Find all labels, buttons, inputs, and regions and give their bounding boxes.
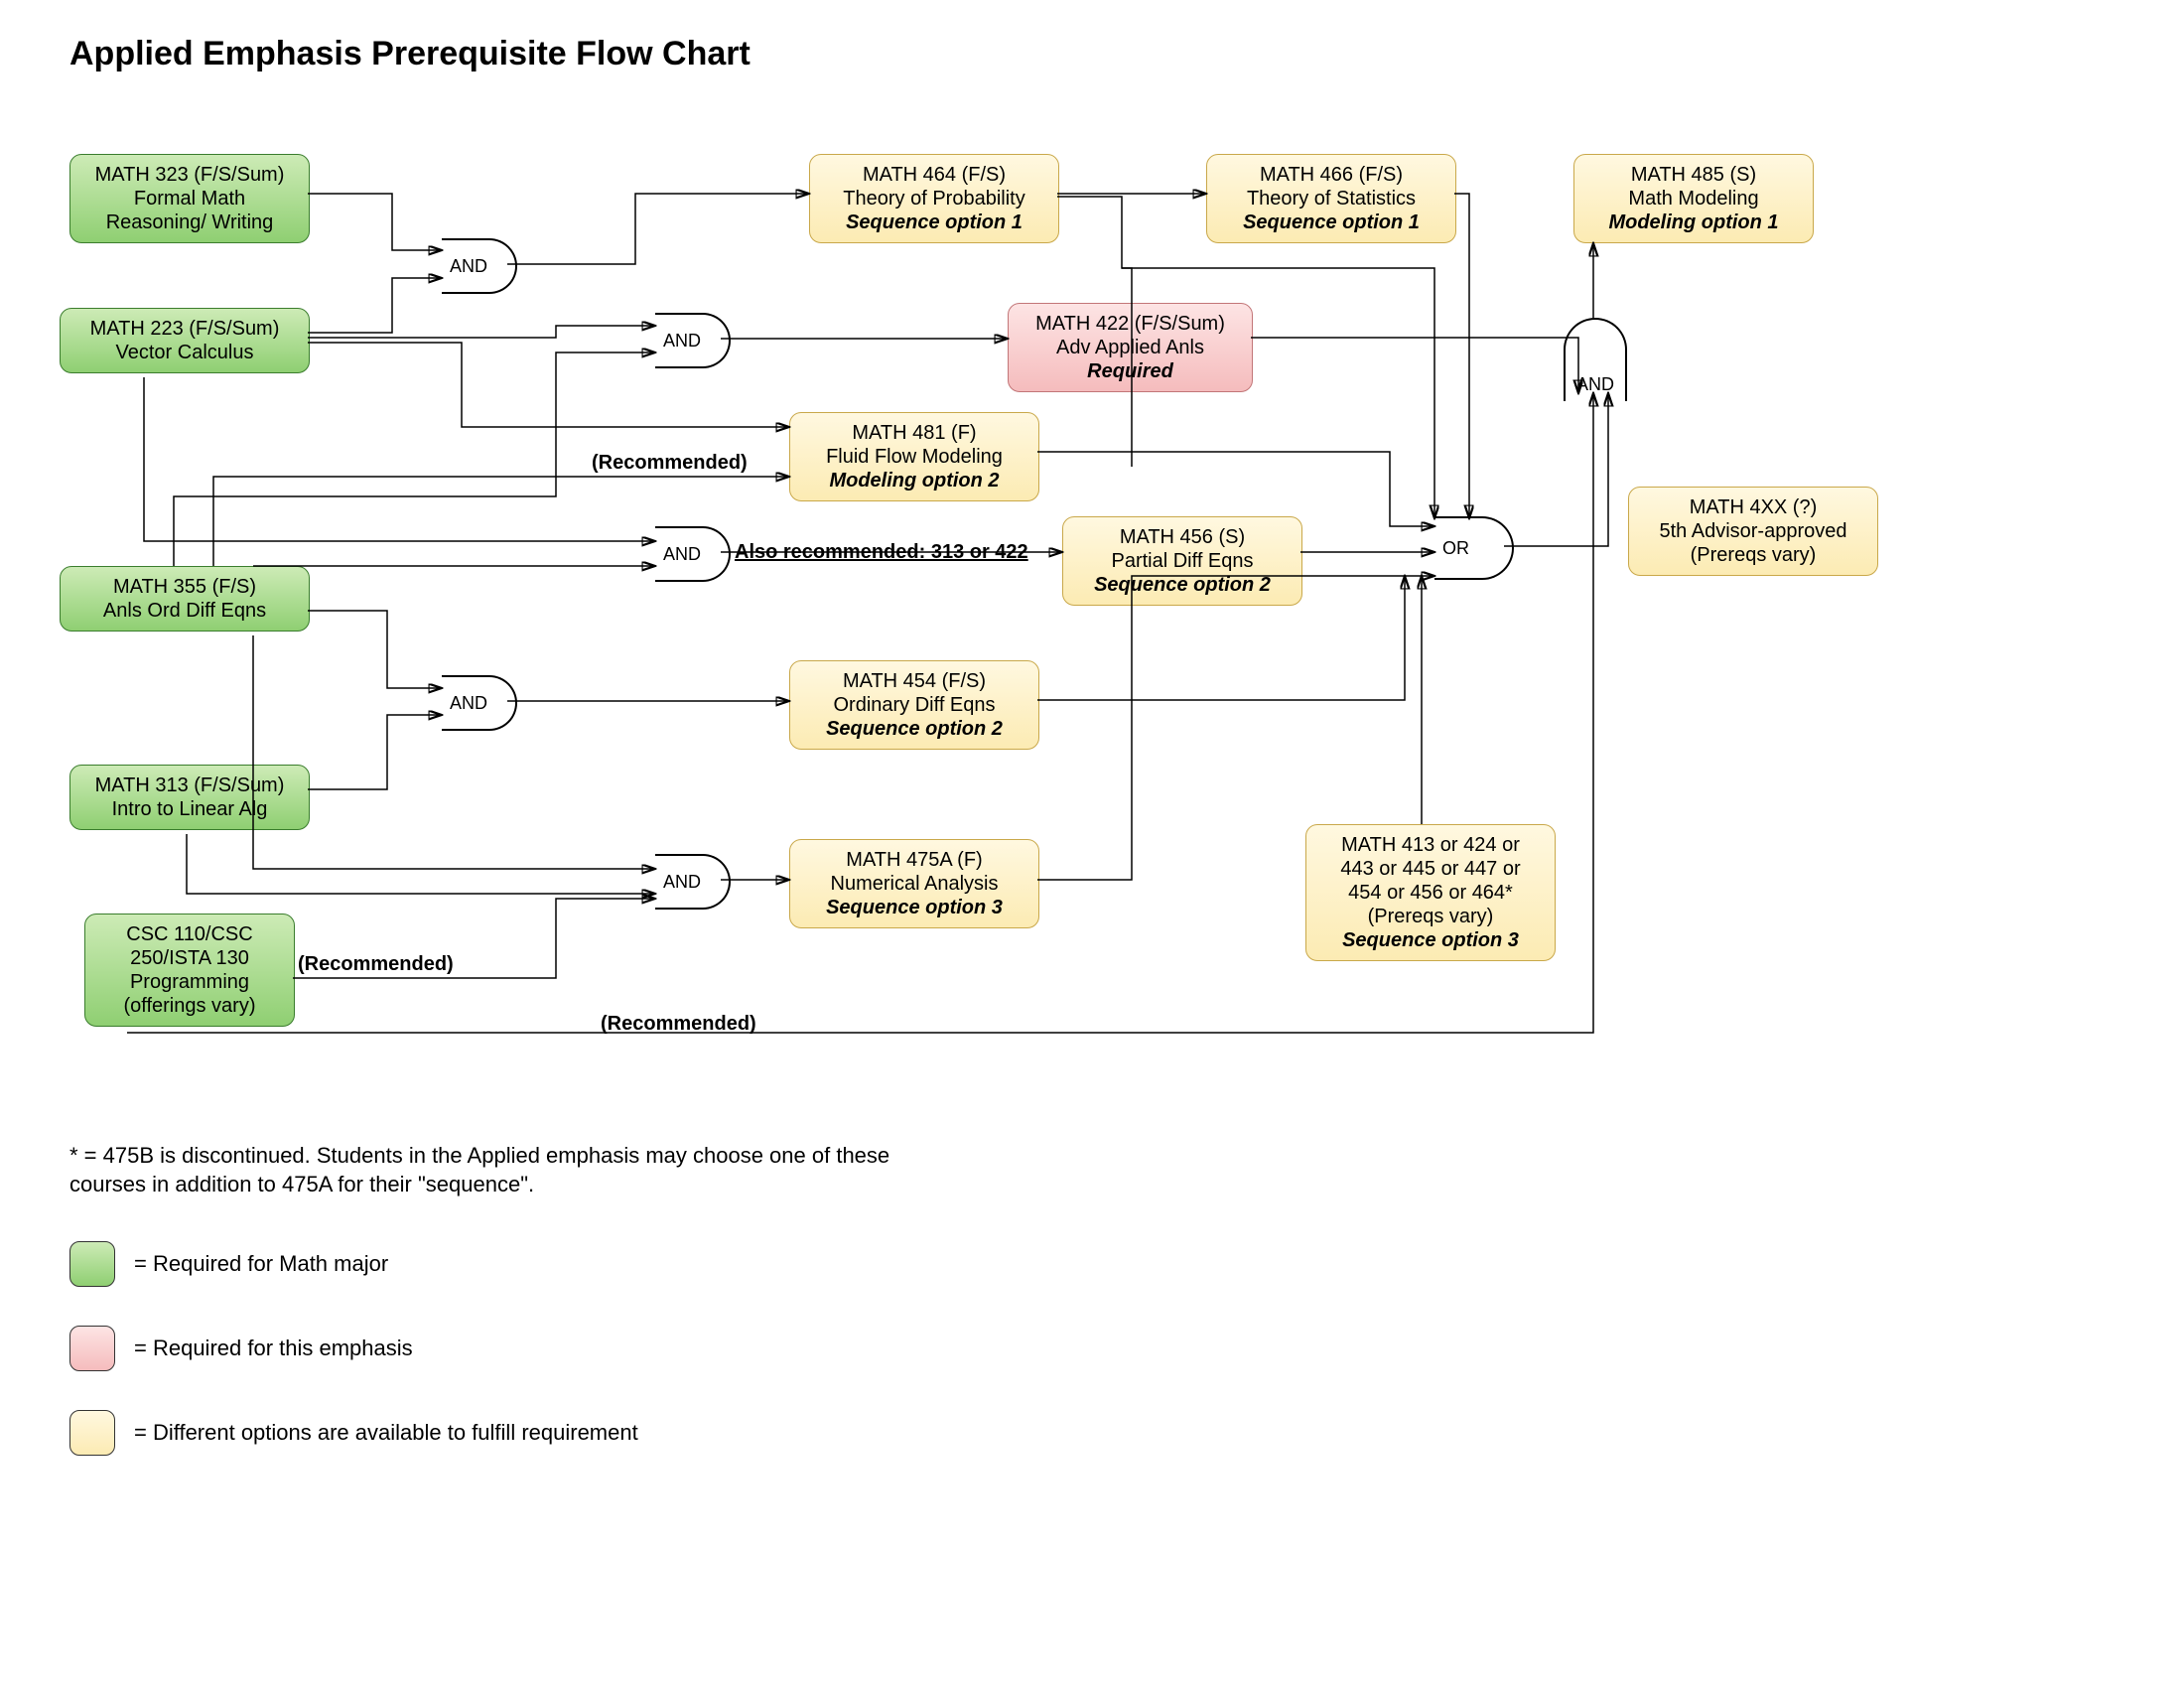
text-line: Sequence option 3 (800, 896, 1028, 919)
gate-label: AND (1576, 374, 1614, 395)
node-math-223: MATH 223 (F/S/Sum) Vector Calculus (60, 308, 310, 373)
text-line: MATH 223 (F/S/Sum) (70, 317, 299, 341)
node-math-485: MATH 485 (S) Math Modeling Modeling opti… (1573, 154, 1814, 243)
gate-and-464: AND (442, 238, 517, 294)
text-line: MATH 454 (F/S) (800, 669, 1028, 693)
text-line: Modeling option 1 (1584, 211, 1803, 234)
text-line: Theory of Statistics (1217, 187, 1445, 211)
legend-swatch-pink (69, 1326, 115, 1371)
text-line: 5th Advisor-approved (1639, 519, 1867, 543)
text-line: MATH 313 (F/S/Sum) (80, 774, 299, 797)
text-line: CSC 110/CSC (95, 922, 284, 946)
text-line: 454 or 456 or 464* (1316, 881, 1545, 905)
text-line: MATH 466 (F/S) (1217, 163, 1445, 187)
text-line: Sequence option 2 (1073, 573, 1292, 597)
footnote: * = 475B is discontinued. Students in th… (69, 1142, 943, 1198)
text-line: MATH 475A (F) (800, 848, 1028, 872)
gate-label: AND (663, 872, 701, 893)
gate-label: AND (663, 331, 701, 352)
legend-swatch-green (69, 1241, 115, 1287)
gate-and-456: AND (655, 526, 731, 582)
gate-label: OR (1442, 538, 1469, 559)
node-math-355: MATH 355 (F/S) Anls Ord Diff Eqns (60, 566, 310, 632)
text-line: Fluid Flow Modeling (800, 445, 1028, 469)
text-line: Adv Applied Anls (1019, 336, 1242, 359)
node-math-313: MATH 313 (F/S/Sum) Intro to Linear Alg (69, 765, 310, 830)
gate-label: AND (663, 544, 701, 565)
text-line: Vector Calculus (70, 341, 299, 364)
node-math-475a: MATH 475A (F) Numerical Analysis Sequenc… (789, 839, 1039, 928)
gate-label: AND (450, 256, 487, 277)
page-title: Applied Emphasis Prerequisite Flow Chart (69, 35, 751, 73)
text-line: MATH 422 (F/S/Sum) (1019, 312, 1242, 336)
legend-text-green: = Required for Math major (134, 1251, 388, 1277)
text-line: MATH 355 (F/S) (70, 575, 299, 599)
text-line: Programming (95, 970, 284, 994)
text-line: MATH 481 (F) (800, 421, 1028, 445)
label-also-recommended: Also recommended: 313 or 422 (735, 541, 1028, 564)
node-math-466: MATH 466 (F/S) Theory of Statistics Sequ… (1206, 154, 1456, 243)
node-math-4xx: MATH 4XX (?) 5th Advisor-approved (Prere… (1628, 487, 1878, 576)
text-line: MATH 456 (S) (1073, 525, 1292, 549)
text-line: (Prereqs vary) (1316, 905, 1545, 928)
text-line: MATH 4XX (?) (1639, 495, 1867, 519)
node-math-323: MATH 323 (F/S/Sum) Formal Math Reasoning… (69, 154, 310, 243)
node-math-464: MATH 464 (F/S) Theory of Probability Seq… (809, 154, 1059, 243)
text-line: Sequence option 3 (1316, 928, 1545, 952)
text-line: MATH 413 or 424 or (1316, 833, 1545, 857)
text-line: MATH 485 (S) (1584, 163, 1803, 187)
text-line: Sequence option 2 (800, 717, 1028, 741)
text-line: MATH 464 (F/S) (820, 163, 1048, 187)
gate-and-485: AND (1564, 318, 1627, 401)
text-line: (Prereqs vary) (1639, 543, 1867, 567)
legend-swatch-yellow (69, 1410, 115, 1456)
node-math-413: MATH 413 or 424 or 443 or 445 or 447 or … (1305, 824, 1556, 961)
node-math-422: MATH 422 (F/S/Sum) Adv Applied Anls Requ… (1008, 303, 1253, 392)
text-line: (offerings vary) (95, 994, 284, 1018)
gate-and-475: AND (655, 854, 731, 910)
text-line: Intro to Linear Alg (80, 797, 299, 821)
text-line: Ordinary Diff Eqns (800, 693, 1028, 717)
gate-or: OR (1434, 516, 1514, 580)
text-line: Theory of Probability (820, 187, 1048, 211)
text-line: Reasoning/ Writing (80, 211, 299, 234)
text-line: 443 or 445 or 447 or (1316, 857, 1545, 881)
label-recommended-485: (Recommended) (601, 1013, 756, 1036)
gate-label: AND (450, 693, 487, 714)
gate-and-422: AND (655, 313, 731, 368)
text-line: Numerical Analysis (800, 872, 1028, 896)
text-line: Anls Ord Diff Eqns (70, 599, 299, 623)
text-line: Modeling option 2 (800, 469, 1028, 492)
gate-and-454: AND (442, 675, 517, 731)
node-math-481: MATH 481 (F) Fluid Flow Modeling Modelin… (789, 412, 1039, 501)
text-line: Formal Math (80, 187, 299, 211)
text-line: Math Modeling (1584, 187, 1803, 211)
node-math-454: MATH 454 (F/S) Ordinary Diff Eqns Sequen… (789, 660, 1039, 750)
text-line: MATH 323 (F/S/Sum) (80, 163, 299, 187)
label-recommended-481: (Recommended) (592, 452, 748, 475)
text-line: Sequence option 1 (820, 211, 1048, 234)
text-line: 250/ISTA 130 (95, 946, 284, 970)
node-math-456: MATH 456 (S) Partial Diff Eqns Sequence … (1062, 516, 1302, 606)
legend-text-pink: = Required for this emphasis (134, 1336, 413, 1361)
node-csc: CSC 110/CSC 250/ISTA 130 Programming (of… (84, 914, 295, 1027)
text-line: Required (1019, 359, 1242, 383)
label-recommended-475: (Recommended) (298, 953, 454, 976)
text-line: Partial Diff Eqns (1073, 549, 1292, 573)
text-line: Sequence option 1 (1217, 211, 1445, 234)
legend-text-yellow: = Different options are available to ful… (134, 1420, 638, 1446)
